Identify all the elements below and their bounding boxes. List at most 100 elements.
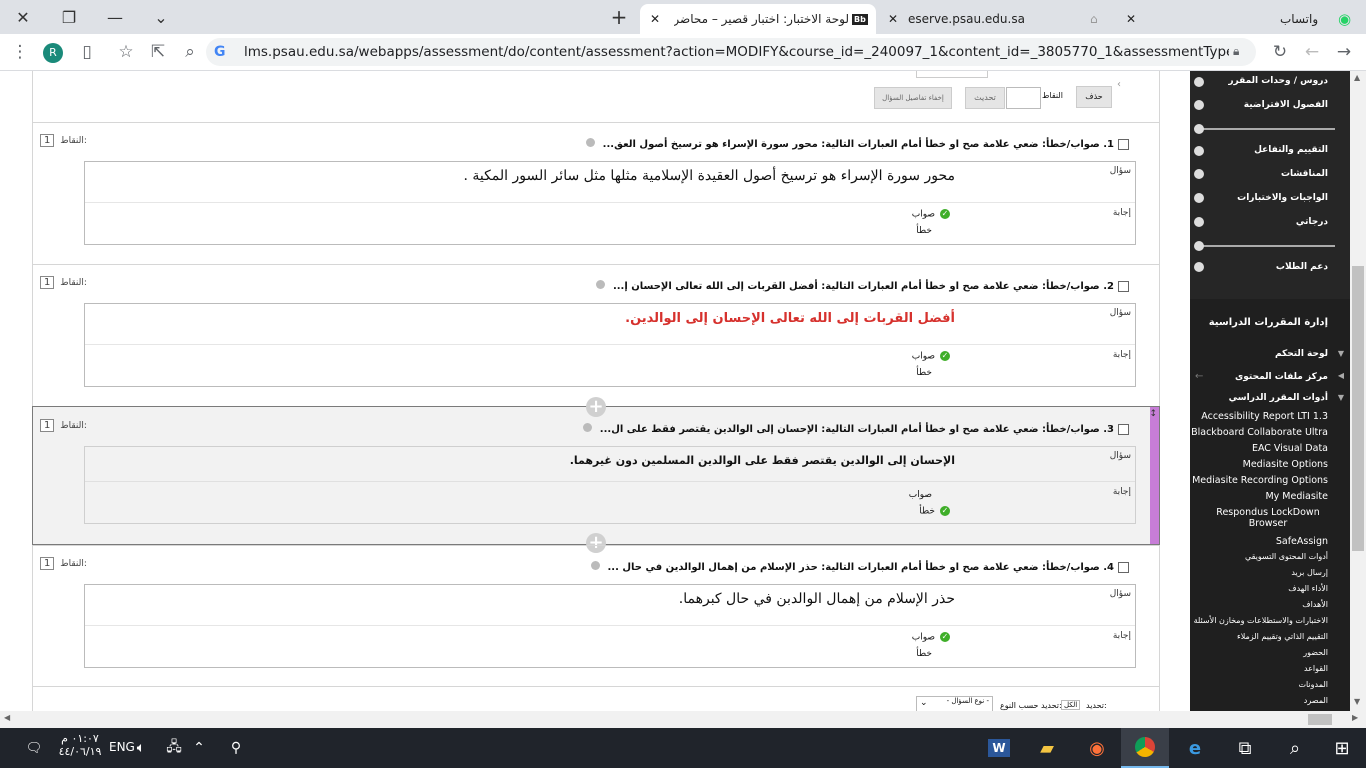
search-icon[interactable]: ⌕ — [1271, 728, 1319, 768]
control-panel-link[interactable]: لوحة التحكم — [1275, 349, 1328, 359]
tool-link[interactable]: المصرد — [1304, 696, 1328, 705]
lock-icon[interactable]: 🔒︎ — [1233, 44, 1239, 59]
tool-link[interactable]: Mediasite Options — [1243, 459, 1328, 470]
menu-item-grades[interactable]: درجاتي — [1296, 217, 1328, 227]
new-tab-button[interactable]: + — [596, 0, 642, 34]
tool-link[interactable]: القواعد — [1304, 664, 1328, 673]
course-tools-link[interactable]: أدوات المقرر الدراسي — [1229, 393, 1328, 403]
options-chevron-icon[interactable] — [583, 423, 593, 432]
horizontal-scrollbar[interactable]: ◀ ▶ — [0, 711, 1366, 728]
content-files-link[interactable]: مركز ملفات المحتوى — [1235, 372, 1328, 382]
options-chevron-icon[interactable] — [596, 280, 606, 289]
question-type-select[interactable]: - نوع السؤال - — [916, 696, 993, 711]
edge-ie-icon[interactable]: e — [1171, 728, 1219, 768]
file-explorer-icon[interactable]: ▰ — [1023, 728, 1071, 768]
chevron-down-icon[interactable]: ⌄ — [920, 698, 928, 708]
tab-close-icon[interactable]: ✕ — [650, 12, 660, 26]
tool-link[interactable]: الأهداف — [1302, 600, 1328, 609]
back-arrow-icon[interactable]: → — [1330, 38, 1358, 66]
tool-link[interactable]: الحضور — [1303, 648, 1328, 657]
people-icon[interactable]: ⚲ — [222, 728, 250, 768]
zoom-icon[interactable]: ⌕ — [176, 38, 204, 66]
tab-whatsapp[interactable]: واتساب ◉ — [1150, 4, 1360, 34]
collapse-triangle-icon[interactable]: ◀ — [1338, 371, 1344, 380]
insert-question-plus-icon[interactable]: + — [586, 397, 606, 417]
scroll-down-arrow-icon[interactable]: ▼ — [1354, 697, 1360, 706]
menu-item-discussions[interactable]: المناقشات — [1281, 169, 1328, 179]
question-header[interactable]: 1. صواب/خطأ: ضعي علامة صح او خطأ أمام ال… — [586, 138, 1129, 150]
tool-link[interactable]: Mediasite Recording Options — [1192, 475, 1328, 486]
minimize-window-button[interactable]: — — [92, 0, 138, 34]
reload-icon[interactable]: ↻ — [1266, 38, 1294, 66]
tab-active-test[interactable]: ✕ لوحة الاختبار: اختبار قصير – محاضرة Bb — [640, 4, 876, 34]
word-app-icon[interactable]: W — [975, 728, 1023, 768]
partial-select-box[interactable] — [916, 71, 988, 78]
restore-window-button[interactable]: ❐ — [46, 0, 92, 34]
question-header[interactable]: 2. صواب/خطأ: ضعي علامة صح او خطأ أمام ال… — [596, 280, 1129, 292]
menu-item-virtual-classes[interactable]: الفصول الافتراضية — [1244, 100, 1328, 110]
scroll-thumb[interactable] — [1308, 714, 1332, 725]
tool-link[interactable]: My Mediasite — [1265, 491, 1328, 502]
tool-link[interactable]: الأداء الهدف — [1288, 584, 1328, 593]
hide-details-button[interactable]: إخفاء تفاصيل السؤال — [874, 87, 952, 109]
options-chevron-icon[interactable] — [591, 561, 601, 570]
scroll-thumb[interactable] — [1352, 266, 1364, 551]
volume-icon[interactable]: 🔈︎ — [127, 728, 155, 768]
select-all-link[interactable]: الكل — [1061, 700, 1081, 710]
close-window-button[interactable]: ✕ — [0, 0, 46, 34]
bookmark-star-icon[interactable]: ☆ — [112, 38, 140, 66]
tool-link[interactable]: المدونات — [1298, 680, 1328, 689]
question-header[interactable]: 4. صواب/خطأ: ضعي علامة صح او خطأ أمام ال… — [591, 561, 1129, 573]
tab-eserve[interactable]: ✕ eserve.psau.edu.sa ⌂ ✕ — [880, 4, 1140, 34]
scroll-left-arrow-icon[interactable]: ◀ — [4, 713, 10, 722]
question-checkbox[interactable] — [1118, 280, 1129, 292]
tool-link[interactable]: Respondus LockDown Browser — [1208, 507, 1328, 529]
drag-arrows-icon[interactable]: ↕ — [1149, 409, 1157, 419]
tab-close-icon[interactable]: ✕ — [1126, 12, 1136, 26]
tool-link[interactable]: SafeAssign — [1276, 536, 1328, 547]
profile-avatar[interactable]: R — [43, 43, 63, 63]
tool-link[interactable]: إرسال بريد — [1291, 568, 1328, 577]
tool-link[interactable]: أدوات المحتوى التسويقي — [1245, 552, 1328, 561]
tab-search-chevron-icon[interactable]: ⌄ — [138, 0, 184, 34]
tool-link[interactable]: Accessibility Report LTI 1.3 — [1201, 411, 1328, 422]
url-text[interactable]: lms.psau.edu.sa/webapps/assessment/do/co… — [244, 44, 1229, 60]
task-view-icon[interactable]: ⧉ — [1221, 728, 1269, 768]
windows-start-icon[interactable]: ⊞ — [1318, 728, 1366, 768]
forward-arrow-icon[interactable]: ← — [1298, 38, 1326, 66]
points-input[interactable] — [1006, 87, 1041, 109]
chrome-icon[interactable] — [1121, 728, 1169, 768]
tool-link[interactable]: Blackboard Collaborate Ultra — [1191, 427, 1328, 438]
scroll-up-arrow-icon[interactable]: ▲ — [1354, 73, 1360, 82]
notifications-icon[interactable]: 🗨︎ — [10, 728, 58, 768]
menu-item-lessons[interactable]: دروس / وحدات المقرر — [1228, 76, 1328, 86]
expand-triangle-icon[interactable]: ▼ — [1338, 393, 1344, 402]
tab-close-icon[interactable]: ✕ — [888, 12, 898, 26]
options-chevron-icon[interactable] — [586, 138, 596, 147]
tool-link[interactable]: الاختبارات والاستطلاعات ومخازن الأسئلة — [1194, 616, 1328, 625]
menu-kebab-icon[interactable]: ⋮ — [6, 38, 34, 66]
scroll-right-arrow-icon[interactable]: ▶ — [1352, 713, 1358, 722]
share-icon[interactable]: ⇱ — [144, 38, 172, 66]
clock[interactable]: ٠١:٠٧ م ٤٤/٠٦/١٩ — [55, 732, 105, 758]
tool-link[interactable]: التقييم الذاتي وتقييم الزملاء — [1237, 632, 1328, 641]
tool-link[interactable]: EAC Visual Data — [1252, 443, 1328, 454]
question-checkbox[interactable] — [1118, 138, 1129, 150]
question-header[interactable]: 3. صواب/خطأ: ضعي علامة صح او خطأ أمام ال… — [583, 423, 1129, 435]
firefox-icon[interactable]: ◉ — [1073, 728, 1121, 768]
question-checkbox[interactable] — [1118, 423, 1129, 435]
vertical-scrollbar[interactable]: ▲ ▼ — [1350, 71, 1366, 711]
chevron-up-icon[interactable]: ⌃ — [186, 728, 212, 768]
side-panel-icon[interactable]: ▯ — [73, 38, 101, 66]
network-icon[interactable]: 🖧︎ — [160, 728, 188, 768]
menu-item-assignments[interactable]: الواجبات والاختبارات — [1237, 193, 1328, 203]
update-button[interactable]: تحديث — [965, 87, 1005, 109]
menu-item-evaluation[interactable]: التقييم والتفاعل — [1254, 145, 1328, 155]
expand-triangle-icon[interactable]: ▼ — [1338, 349, 1344, 358]
question-checkbox[interactable] — [1118, 561, 1129, 573]
delete-button[interactable]: حذف — [1076, 86, 1112, 108]
drag-handle[interactable] — [1150, 407, 1159, 544]
back-arrow-icon[interactable]: ← — [1195, 371, 1203, 382]
menu-item-student-support[interactable]: دعم الطلاب — [1276, 262, 1328, 272]
collapse-arrow-icon[interactable]: ‹ — [1117, 79, 1121, 90]
